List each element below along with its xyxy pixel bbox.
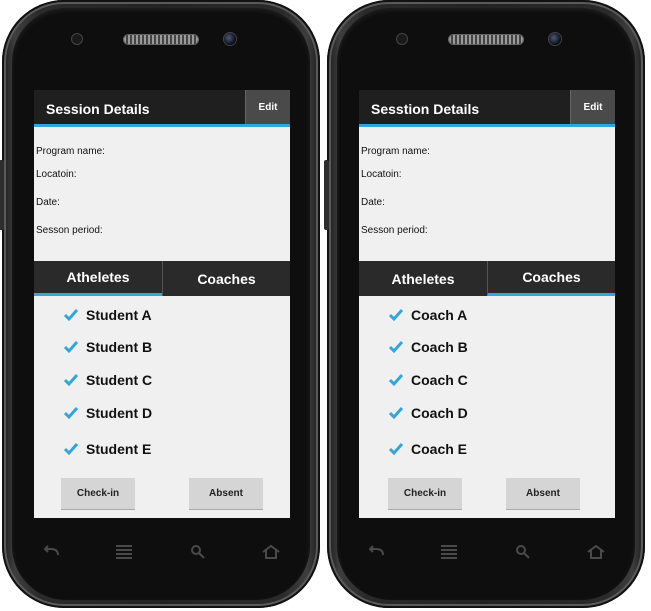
list-item-label: Coach C <box>411 372 468 388</box>
nav-bar <box>363 530 609 574</box>
checkmark-icon[interactable] <box>64 373 78 387</box>
app-screen: Sesstion Details Edit Program name: Loca… <box>359 90 615 518</box>
sensor-icon <box>397 34 407 44</box>
tab-bar: Atheletes Coaches <box>359 261 615 296</box>
app-screen: Session Details Edit Program name: Locat… <box>34 90 290 518</box>
checkmark-icon[interactable] <box>64 406 78 420</box>
checkmark-icon[interactable] <box>64 308 78 322</box>
back-icon[interactable] <box>363 542 389 562</box>
back-icon[interactable] <box>38 542 64 562</box>
checkmark-icon[interactable] <box>389 340 403 354</box>
field-session-period: Sesson period: <box>36 225 103 236</box>
field-program-name: Program name: <box>361 146 430 157</box>
front-camera-icon <box>224 33 236 45</box>
list-item[interactable]: Coach C <box>389 371 468 389</box>
menu-icon[interactable] <box>111 542 137 562</box>
tab-athletes[interactable]: Atheletes <box>34 261 162 296</box>
checkmark-icon[interactable] <box>389 308 403 322</box>
list-item[interactable]: Coach A <box>389 306 467 324</box>
header-bar: Session Details Edit <box>34 90 290 127</box>
list-item-label: Coach A <box>411 307 468 323</box>
tab-coaches[interactable]: Coaches <box>162 261 290 296</box>
check-in-button[interactable]: Check-in <box>388 478 462 509</box>
page-title: Sesstion Details <box>371 101 480 117</box>
sensor-icon <box>72 34 82 44</box>
field-date: Date: <box>361 197 385 208</box>
search-icon[interactable] <box>185 542 211 562</box>
side-button <box>324 160 329 230</box>
field-location: Locatoin: <box>361 169 402 180</box>
checkmark-icon[interactable] <box>64 340 78 354</box>
list-item[interactable]: Student A <box>64 306 152 324</box>
search-icon[interactable] <box>510 542 536 562</box>
earpiece-speaker <box>449 35 523 44</box>
page-title: Session Details <box>46 101 150 117</box>
earpiece-speaker <box>124 35 198 44</box>
list-item[interactable]: Student E <box>64 440 151 458</box>
list-item[interactable]: Student C <box>64 371 152 389</box>
tab-bar: Atheletes Coaches <box>34 261 290 296</box>
list-item-label: Coach E <box>411 441 468 457</box>
tab-coaches[interactable]: Coaches <box>487 261 615 296</box>
list-item-label: Student E <box>86 441 152 457</box>
field-date: Date: <box>36 197 60 208</box>
phone-left: Session Details Edit Program name: Locat… <box>0 0 320 608</box>
edit-button[interactable]: Edit <box>245 90 290 124</box>
list-item[interactable]: Coach B <box>389 338 468 356</box>
side-button <box>0 160 4 230</box>
absent-button[interactable]: Absent <box>506 478 580 509</box>
header-bar: Sesstion Details Edit <box>359 90 615 127</box>
checkmark-icon[interactable] <box>64 442 78 456</box>
nav-bar <box>38 530 284 574</box>
absent-button[interactable]: Absent <box>189 478 263 509</box>
field-session-period: Sesson period: <box>361 225 428 236</box>
field-program-name: Program name: <box>36 146 105 157</box>
check-in-button[interactable]: Check-in <box>61 478 135 509</box>
home-icon[interactable] <box>258 542 284 562</box>
checkmark-icon[interactable] <box>389 373 403 387</box>
list-item-label: Coach D <box>411 405 468 421</box>
list-item-label: Student C <box>86 372 153 388</box>
list-item-label: Student D <box>86 405 153 421</box>
list-item-label: Coach B <box>411 339 468 355</box>
list-item[interactable]: Student B <box>64 338 152 356</box>
tab-athletes[interactable]: Atheletes <box>359 261 487 296</box>
checkmark-icon[interactable] <box>389 406 403 420</box>
home-icon[interactable] <box>583 542 609 562</box>
menu-icon[interactable] <box>436 542 462 562</box>
list-item-label: Student A <box>86 307 152 323</box>
field-location: Locatoin: <box>36 169 77 180</box>
list-item[interactable]: Student D <box>64 404 152 422</box>
phone-right: Sesstion Details Edit Program name: Loca… <box>324 0 645 608</box>
list-item[interactable]: Coach D <box>389 404 468 422</box>
checkmark-icon[interactable] <box>389 442 403 456</box>
edit-button[interactable]: Edit <box>570 90 615 124</box>
front-camera-icon <box>549 33 561 45</box>
list-item-label: Student B <box>86 339 153 355</box>
list-item[interactable]: Coach E <box>389 440 467 458</box>
